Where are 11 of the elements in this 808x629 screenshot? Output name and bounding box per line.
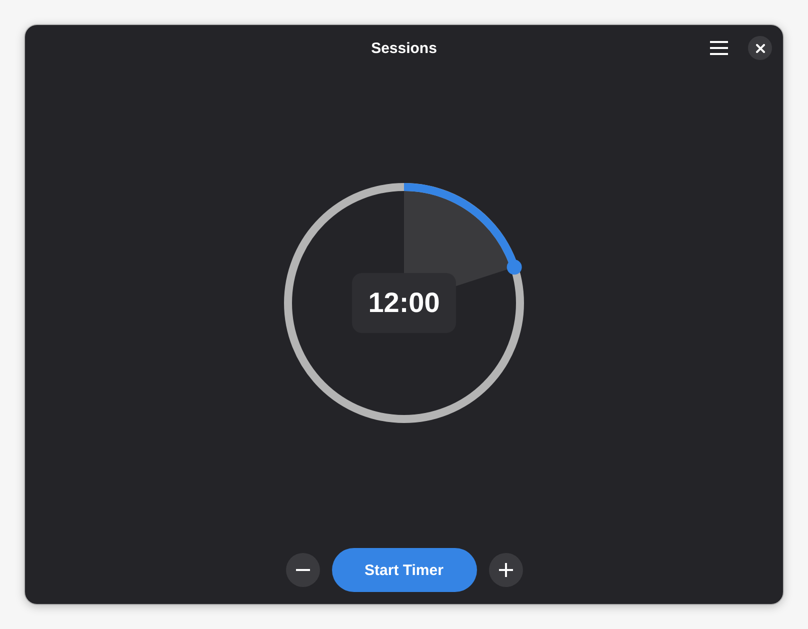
decrease-button[interactable] (286, 553, 320, 587)
close-icon (756, 44, 764, 52)
window-title: Sessions (371, 40, 437, 56)
plus-icon (498, 563, 512, 577)
increase-button[interactable] (488, 553, 522, 587)
menu-icon[interactable] (710, 41, 728, 55)
minus-icon (296, 569, 310, 571)
timer-handle[interactable] (506, 260, 522, 275)
start-timer-button[interactable]: Start Timer (332, 548, 476, 592)
time-display: 12:00 (352, 273, 456, 333)
close-button[interactable] (748, 36, 772, 60)
